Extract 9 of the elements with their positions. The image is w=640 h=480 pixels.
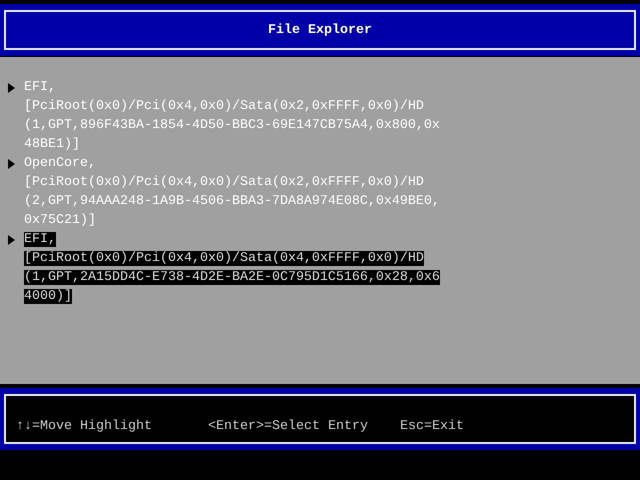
- window-title: File Explorer: [268, 22, 372, 40]
- triangle-icon: [8, 235, 16, 245]
- file-entry[interactable]: OpenCore, [PciRoot(0x0)/Pci(0x4,0x0)/Sata(0x2,0xFFFF,0x0)/HD(2,GPT,94AAA248-1A9B-4506-BBA3-7DA8A974E08C,0x49BE0,0x75C21)]: [24, 154, 440, 230]
- key-hint: Esc=Exit: [400, 418, 465, 436]
- file-entry[interactable]: EFI, [PciRoot(0x0)/Pci(0x4,0x0)/Sata(0x2,0xFFFF,0x0)/HD(1,GPT,896F43BA-1854-4D50-BBC3-69E147CB75A4,0x800,0x48BE1)]: [24, 78, 440, 154]
- key-hint: ↑↓=Move Highlight: [16, 418, 153, 436]
- triangle-icon: [8, 83, 16, 93]
- triangle-icon: [8, 159, 16, 169]
- key-hint: <Enter>=Select Entry: [208, 418, 369, 436]
